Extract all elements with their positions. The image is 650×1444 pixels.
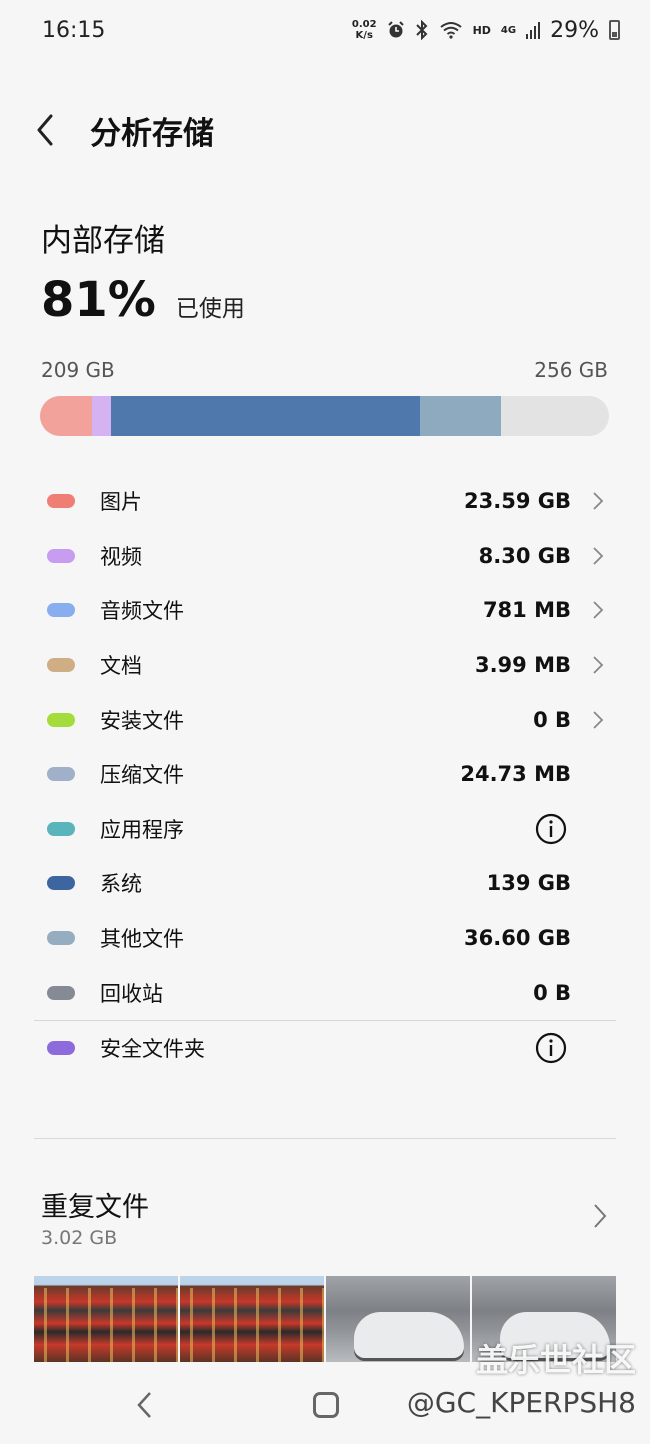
page-title: 分析存储 <box>90 115 214 152</box>
storage-bar-segment <box>419 396 501 436</box>
duplicate-files-size: 3.02 GB <box>41 1227 118 1249</box>
category-row: 安全文件夹 <box>0 1021 650 1076</box>
category-row[interactable]: 安装文件 0 B <box>0 692 650 747</box>
bluetooth-icon <box>415 20 427 40</box>
nav-home-icon[interactable] <box>313 1392 339 1418</box>
network-type: HD <box>472 23 491 37</box>
status-icons: 0.02 K/s HD 4G 29% <box>352 18 620 43</box>
alarm-icon <box>387 21 404 38</box>
chevron-right-icon[interactable] <box>591 545 605 567</box>
net-speed-unit: K/s <box>355 30 373 41</box>
battery-icon <box>609 20 620 40</box>
used-size: 209 GB <box>41 358 115 382</box>
status-bar: 16:15 0.02 K/s HD 4G 29% <box>0 0 650 60</box>
category-size: 36.60 GB <box>464 926 571 951</box>
storage-bar <box>40 396 609 436</box>
category-color-dot <box>47 931 75 946</box>
category-size: 8.30 GB <box>478 543 571 568</box>
category-color-dot <box>47 712 75 727</box>
cell-type: 4G <box>500 24 517 36</box>
watermark: 盖乐世社区 <box>475 1341 636 1379</box>
category-size: 781 MB <box>482 598 571 623</box>
category-size: 24.73 MB <box>460 762 571 787</box>
category-color-dot <box>47 548 75 563</box>
chevron-right-icon <box>594 1204 607 1228</box>
category-color-dot <box>47 767 75 782</box>
total-size: 256 GB <box>534 358 608 382</box>
category-color-dot <box>47 658 75 673</box>
category-size: 0 B <box>533 980 571 1005</box>
storage-bar-segment <box>110 396 420 436</box>
duplicate-thumbnail[interactable] <box>180 1276 324 1362</box>
usage-percent: 81% <box>41 272 156 328</box>
category-size: 139 GB <box>486 871 571 896</box>
category-size: 0 B <box>533 707 571 732</box>
category-row[interactable]: 视频 8.30 GB <box>0 529 650 584</box>
category-size: 3.99 MB <box>474 653 571 678</box>
category-color-dot <box>47 876 75 891</box>
status-time: 16:15 <box>42 17 106 43</box>
duplicate-files-title[interactable]: 重复文件 <box>41 1185 149 1224</box>
category-name: 安全文件夹 <box>100 1037 205 1062</box>
back-arrow-icon <box>37 114 53 146</box>
category-name: 应用程序 <box>100 817 184 842</box>
chevron-right-icon[interactable] <box>591 490 605 512</box>
section-divider <box>34 1138 616 1139</box>
category-color-dot <box>47 494 75 509</box>
battery-percent: 29% <box>550 17 599 43</box>
category-color-dot <box>47 603 75 618</box>
chevron-right-icon[interactable] <box>591 709 605 731</box>
net-speed-value: 0.02 <box>351 19 377 30</box>
net-speed: 0.02 K/s <box>352 19 377 41</box>
header: 分析存储 <box>0 95 650 165</box>
category-row: 应用程序 <box>0 802 650 857</box>
duplicate-thumbnail[interactable] <box>34 1276 178 1362</box>
category-size: 23.59 GB <box>464 489 571 514</box>
storage-bar-segment <box>92 396 111 436</box>
duplicate-files-chevron[interactable] <box>592 1202 608 1230</box>
info-icon[interactable] <box>535 1032 567 1064</box>
info-icon[interactable] <box>535 813 567 845</box>
category-row: 压缩文件 24.73 MB <box>0 747 650 802</box>
chevron-right-icon[interactable] <box>591 654 605 676</box>
category-color-dot <box>47 985 75 1000</box>
credit-text: @GC_KPERPSH8 <box>406 1386 636 1419</box>
storage-title: 内部存储 <box>41 223 165 259</box>
usage-label: 已使用 <box>175 296 245 322</box>
category-row[interactable]: 音频文件 781 MB <box>0 583 650 638</box>
category-color-dot <box>47 821 75 836</box>
storage-bar-segment <box>40 396 93 436</box>
category-list: 图片 23.59 GB 视频 8.30 GB 音频文件 781 MB 文档 3.99 MB 安装… <box>0 474 650 1076</box>
chevron-right-icon[interactable] <box>591 599 605 621</box>
category-row: 回收站 0 B <box>0 965 650 1020</box>
category-row[interactable]: 文档 3.99 MB <box>0 638 650 693</box>
signal-icon <box>526 22 541 39</box>
category-row: 其他文件 36.60 GB <box>0 911 650 966</box>
category-color-dot <box>47 1041 75 1056</box>
duplicate-thumbnail[interactable] <box>326 1276 470 1362</box>
category-row: 系统 139 GB <box>0 856 650 911</box>
back-button[interactable] <box>0 95 90 165</box>
wifi-icon <box>439 22 462 39</box>
nav-back-icon[interactable] <box>133 1390 157 1420</box>
usage-row: 81% 已使用 <box>41 272 245 328</box>
category-row[interactable]: 图片 23.59 GB <box>0 474 650 529</box>
